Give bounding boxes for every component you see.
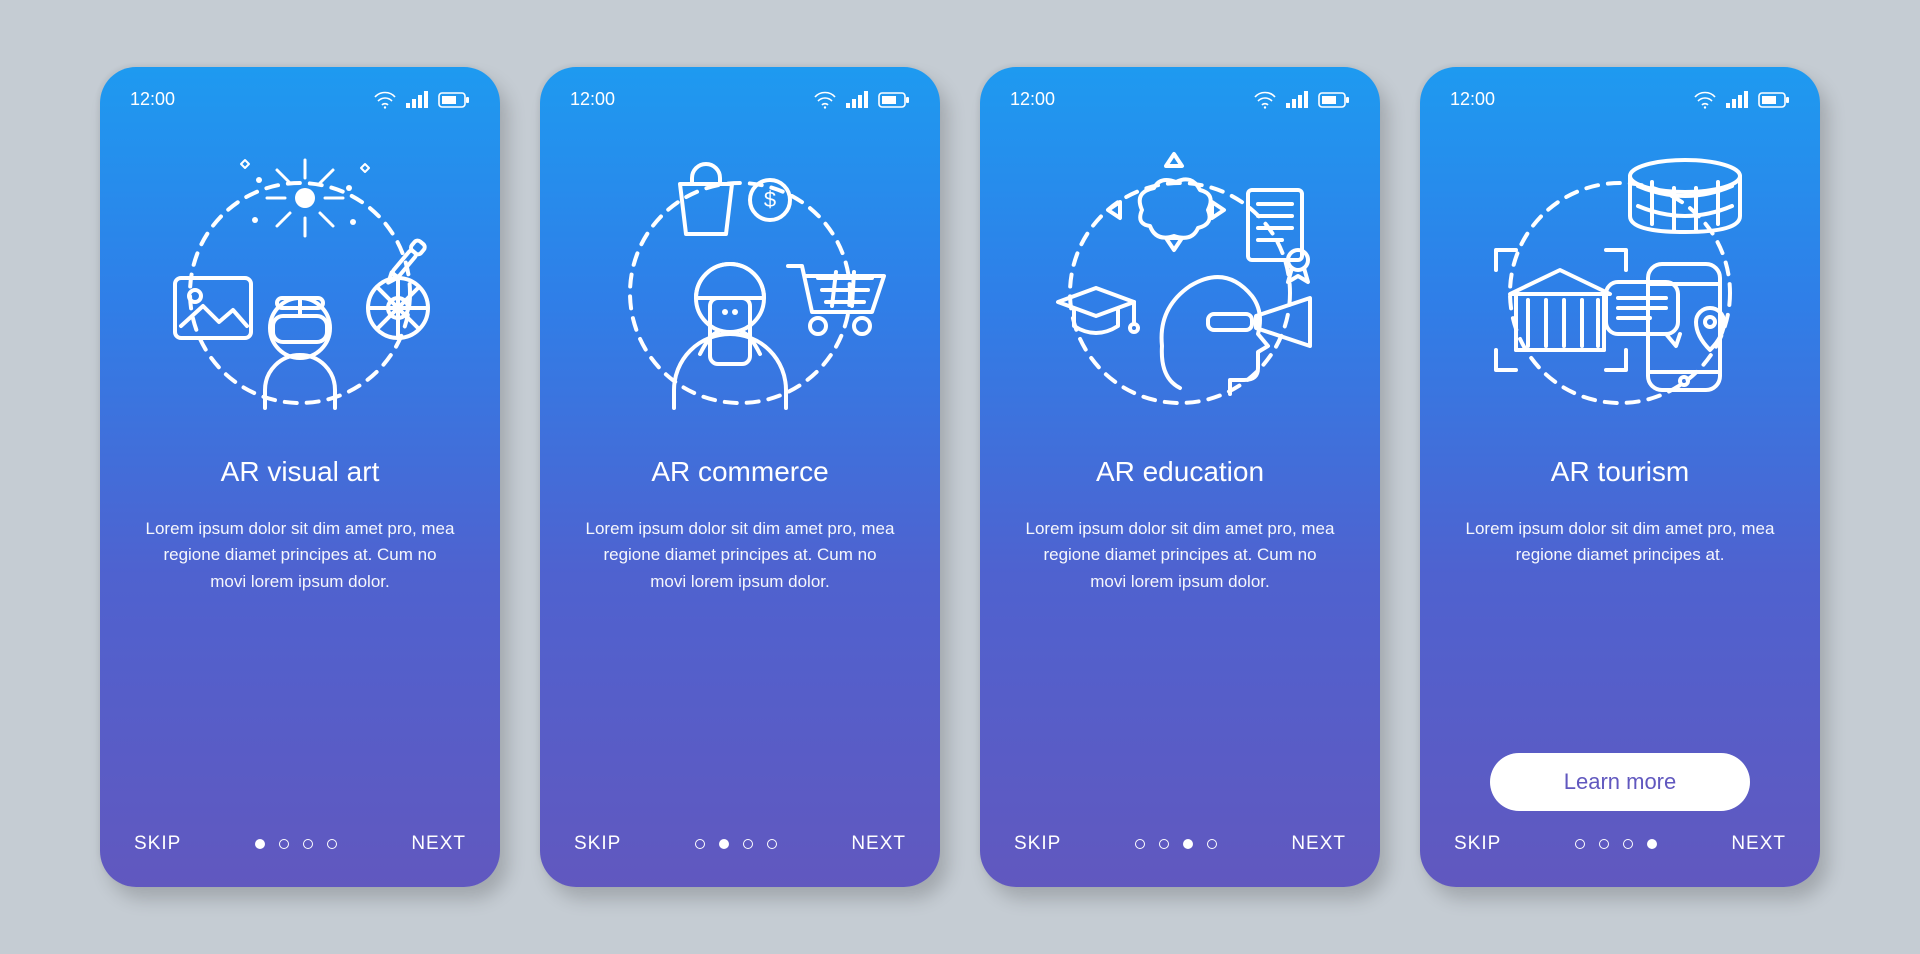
ar-tourism-illustration: [1450, 138, 1790, 438]
screen-description: Lorem ipsum dolor sit dim amet pro, mea …: [570, 516, 910, 595]
learn-more-button[interactable]: Learn more: [1490, 753, 1750, 811]
onboarding-footer: SKIP NEXT: [1010, 823, 1350, 861]
status-time: 12:00: [1450, 89, 1495, 110]
screen-description: Lorem ipsum dolor sit dim amet pro, mea …: [1010, 516, 1350, 595]
onboarding-screen-3: 12:00: [980, 67, 1380, 887]
wifi-icon: [1694, 91, 1716, 109]
page-dot-4[interactable]: [767, 839, 777, 849]
status-time: 12:00: [130, 89, 175, 110]
status-time: 12:00: [1010, 89, 1055, 110]
signal-icon: [1286, 91, 1308, 109]
status-bar: 12:00: [1010, 89, 1350, 110]
battery-icon: [878, 91, 910, 109]
page-dot-2[interactable]: [1159, 839, 1169, 849]
screen-title: AR tourism: [1450, 456, 1790, 488]
screen-description: Lorem ipsum dolor sit dim amet pro, mea …: [130, 516, 470, 595]
onboarding-screen-1: 12:00: [100, 67, 500, 887]
status-bar: 12:00: [570, 89, 910, 110]
page-indicator: [695, 839, 777, 849]
signal-icon: [846, 91, 868, 109]
screen-description: Lorem ipsum dolor sit dim amet pro, mea …: [1450, 516, 1790, 569]
page-dot-2[interactable]: [1599, 839, 1609, 849]
page-dot-1[interactable]: [255, 839, 265, 849]
screen-title: AR education: [1010, 456, 1350, 488]
page-indicator: [1575, 839, 1657, 849]
page-dot-2[interactable]: [719, 839, 729, 849]
skip-button[interactable]: SKIP: [574, 833, 621, 855]
page-dot-2[interactable]: [279, 839, 289, 849]
page-dot-3[interactable]: [1623, 839, 1633, 849]
page-dot-1[interactable]: [695, 839, 705, 849]
next-button[interactable]: NEXT: [851, 833, 906, 855]
status-bar: 12:00: [130, 89, 470, 110]
skip-button[interactable]: SKIP: [134, 833, 181, 855]
onboarding-footer: SKIP NEXT: [570, 823, 910, 861]
screen-title: AR commerce: [570, 456, 910, 488]
onboarding-footer: SKIP NEXT: [130, 823, 470, 861]
wifi-icon: [1254, 91, 1276, 109]
status-icons: [1254, 91, 1350, 109]
wifi-icon: [814, 91, 836, 109]
status-icons: [1694, 91, 1790, 109]
status-icons: [814, 91, 910, 109]
onboarding-screen-4: 12:00: [1420, 67, 1820, 887]
skip-button[interactable]: SKIP: [1454, 833, 1501, 855]
onboarding-footer: SKIP NEXT: [1450, 823, 1790, 861]
ar-education-illustration: [1010, 138, 1350, 438]
page-dot-1[interactable]: [1575, 839, 1585, 849]
page-dot-3[interactable]: [1183, 839, 1193, 849]
page-dot-4[interactable]: [327, 839, 337, 849]
next-button[interactable]: NEXT: [411, 833, 466, 855]
signal-icon: [406, 91, 428, 109]
page-dot-4[interactable]: [1207, 839, 1217, 849]
page-dot-3[interactable]: [743, 839, 753, 849]
page-dot-4[interactable]: [1647, 839, 1657, 849]
signal-icon: [1726, 91, 1748, 109]
ar-commerce-illustration: $: [570, 138, 910, 438]
page-indicator: [255, 839, 337, 849]
skip-button[interactable]: SKIP: [1014, 833, 1061, 855]
battery-icon: [1758, 91, 1790, 109]
ar-visual-art-illustration: [130, 138, 470, 438]
battery-icon: [1318, 91, 1350, 109]
status-time: 12:00: [570, 89, 615, 110]
next-button[interactable]: NEXT: [1731, 833, 1786, 855]
page-dot-1[interactable]: [1135, 839, 1145, 849]
screen-title: AR visual art: [130, 456, 470, 488]
svg-text:$: $: [764, 187, 776, 212]
page-indicator: [1135, 839, 1217, 849]
status-icons: [374, 91, 470, 109]
next-button[interactable]: NEXT: [1291, 833, 1346, 855]
page-dot-3[interactable]: [303, 839, 313, 849]
onboarding-screen-2: 12:00 $: [540, 67, 940, 887]
battery-icon: [438, 91, 470, 109]
wifi-icon: [374, 91, 396, 109]
status-bar: 12:00: [1450, 89, 1790, 110]
